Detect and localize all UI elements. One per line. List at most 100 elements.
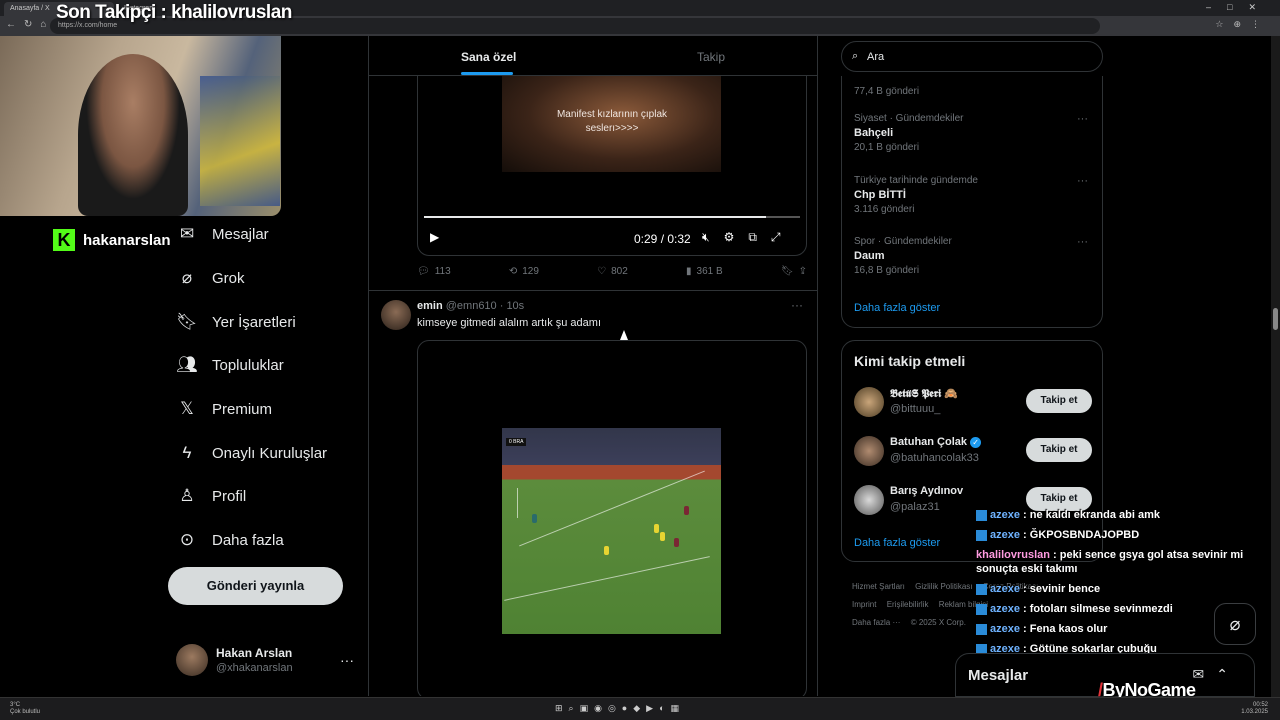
follow-button[interactable]: Takip et [1026,438,1092,462]
footer-link[interactable]: Daha fazla ··· [852,618,900,627]
chat-text: : Fena kaos olur [1019,623,1108,635]
chat-username: azexe [990,583,1020,595]
trend-title: Bahçeli [854,127,894,139]
expand-icon[interactable]: ⌃ [1216,666,1240,682]
trend-more-icon[interactable]: ··· [1077,113,1088,125]
trend-count: 16,8 B gönderi [854,265,920,276]
weather-widget[interactable]: 3°C Çok bulutlu [10,702,40,716]
footer-link[interactable]: Imprint [852,600,876,609]
repost-button[interactable]: ⟲ 129 [509,266,539,277]
post-button[interactable]: Gönderi yayınla [168,567,343,605]
browser-nav-icons[interactable]: ←↻⌂ [6,19,54,30]
video-player[interactable]: Manifest kızlarının çıplak seslerı>>>> ▶… [417,76,807,256]
fullscreen-icon[interactable]: ⤢ [771,230,795,244]
nav-item-communities[interactable]: 👥︎ Topluluklar [176,355,284,375]
more-circle-icon: ⊙ [179,530,195,549]
nav-item-grok[interactable]: ⌀ Grok [176,268,245,288]
streamer-badge: K hakanarslan [53,229,171,251]
account-switcher[interactable]: Hakan Arslan @xhakanarslan [176,644,293,676]
suggestion-handle: @batuhancolak33 [890,452,979,464]
footer-link[interactable]: Gizlilik Politikası [915,582,972,591]
search-input[interactable]: ⌕ Ara [841,41,1103,72]
suggestion-name: 𝕭𝖊𝖙𝖚̈𝕾 𝕻𝖊𝖗𝖎 🙈 [890,388,959,400]
suggestion-name: Batuhan Çolak [890,436,968,448]
video-progress-bar[interactable] [424,216,800,218]
who-to-follow-show-more[interactable]: Daha fazla göster [854,537,940,549]
nav-label: Grok [212,269,245,287]
webcam-feed [0,36,281,216]
chat-username: azexe [990,623,1020,635]
chat-text: : fotoları silmese sevinmezdi [1019,603,1173,615]
system-tray[interactable]: 00:52 1.03.2025 [1241,702,1268,716]
trend-item[interactable]: Spor · Gündemdekiler Daum 16,8 B gönderi [854,236,952,276]
footer-link[interactable]: Erişilebilirlik [887,600,929,609]
grok-button[interactable]: ⌀ [1214,603,1256,645]
follow-suggestion[interactable]: 𝕭𝖊𝖙𝖚̈𝕾 𝕻𝖊𝖗𝖎 🙈 @bittuuu_ Takip et [854,385,1092,421]
avatar [854,436,884,466]
trends-show-more[interactable]: Daha fazla göster [854,302,940,314]
play-icon[interactable]: ▶ [430,230,439,244]
video-progress-fill [424,216,767,218]
sub-badge-icon [976,509,987,521]
views-button[interactable]: ▮ 361 B [686,266,723,277]
taskbar-apps[interactable]: ⊞⌕▣◉◎●◆▶◐▦ [555,703,685,714]
active-tab-indicator [461,72,513,75]
page-scrollbar[interactable] [1271,36,1280,697]
tweet-text: kimseye gitmedi alalım artık şu adamı [417,317,602,329]
scroll-thumb[interactable] [1273,308,1278,330]
bookmark-icon[interactable]: 🔖︎ [781,266,794,277]
tweet-author-name[interactable]: emin [417,300,443,312]
trend-more-icon[interactable]: ··· [1077,236,1088,248]
nav-item-bookmarks[interactable]: 🔖︎ Yer İşaretleri [176,312,295,332]
trend-item[interactable]: Siyaset · Gündemdekiler Bahçeli 20,1 B g… [854,113,964,153]
avatar[interactable] [381,300,411,330]
window-controls[interactable]: –□✕ [1206,2,1272,13]
verified-badge-icon: ✓ [970,436,982,448]
tweet-more-icon[interactable]: ··· [791,298,803,312]
divider [369,290,817,291]
follow-button[interactable]: Takip et [1026,389,1092,413]
communities-icon: 👥︎ [176,355,198,374]
trend-item[interactable]: Türkiye tarihinde gündemde Chp BİTTİ 3.1… [854,175,978,215]
footer-link[interactable]: Hizmet Şartları [852,582,905,591]
nav-item-profile[interactable]: ♙ Profil [176,486,246,506]
like-count: 802 [611,266,628,277]
settings-icon[interactable]: ⚙ [724,230,749,244]
search-icon: ⌕ [852,50,859,62]
nav-item-verified-orgs[interactable]: ϟ Onaylı Kuruluşlar [176,443,328,463]
browser-toolbar-icons[interactable]: ☆⊕⋮ [1215,19,1270,30]
volume-mute-icon[interactable]: 🔇︎ [702,230,724,244]
player [660,532,665,541]
nav-label: Onaylı Kuruluşlar [212,444,328,462]
account-more-icon[interactable]: ··· [340,652,354,668]
chat-username: azexe [990,603,1020,615]
trend-item[interactable]: 77,4 B gönderi [854,83,919,97]
new-message-icon[interactable]: ✉ [1193,666,1217,682]
share-icon[interactable]: ⇪ [799,266,807,277]
video-controls[interactable]: 🔇︎⚙⧉⤢ [702,230,795,245]
follow-suggestion[interactable]: Batuhan Çolak ✓ @batuhancolak33 Takip et [854,434,1092,470]
weather-desc: Çok bulutlu [10,709,41,715]
tab-for-you[interactable]: Sana özel [461,50,516,64]
scoreboard: 0 BRA [506,438,527,446]
tweet-header: emin @emn610 · 10s [417,300,524,312]
nav-item-messages[interactable]: ✉ Mesajlar [176,224,269,244]
stream-last-follower: Son Takipçi : khalilovruslan [56,2,292,23]
tab-following[interactable]: Takip [697,50,725,64]
goal-post [517,488,518,518]
pip-icon[interactable]: ⧉ [748,230,771,244]
pitch-line [519,470,705,547]
reply-button[interactable]: 💬︎ 113 [417,266,451,277]
video-player[interactable]: 0 BRA [417,340,807,696]
timeline-tabs: Sana özel Takip [369,36,817,76]
like-button[interactable]: ♡ 802 [597,266,628,277]
nav-item-more[interactable]: ⊙ Daha fazla [176,530,284,550]
chat-username: khalilovruslan [976,549,1050,561]
bookmark-share-buttons[interactable]: 🔖︎ ⇪ [781,266,807,277]
trend-more-icon[interactable]: ··· [1077,175,1088,187]
tab-label: Anasayfa / X [10,5,50,12]
goalkeeper [532,514,537,523]
nav-item-premium[interactable]: 𝕏 Premium [176,399,272,419]
nav-label: Mesajlar [212,225,269,243]
grok-icon: ⌀ [1229,614,1241,634]
